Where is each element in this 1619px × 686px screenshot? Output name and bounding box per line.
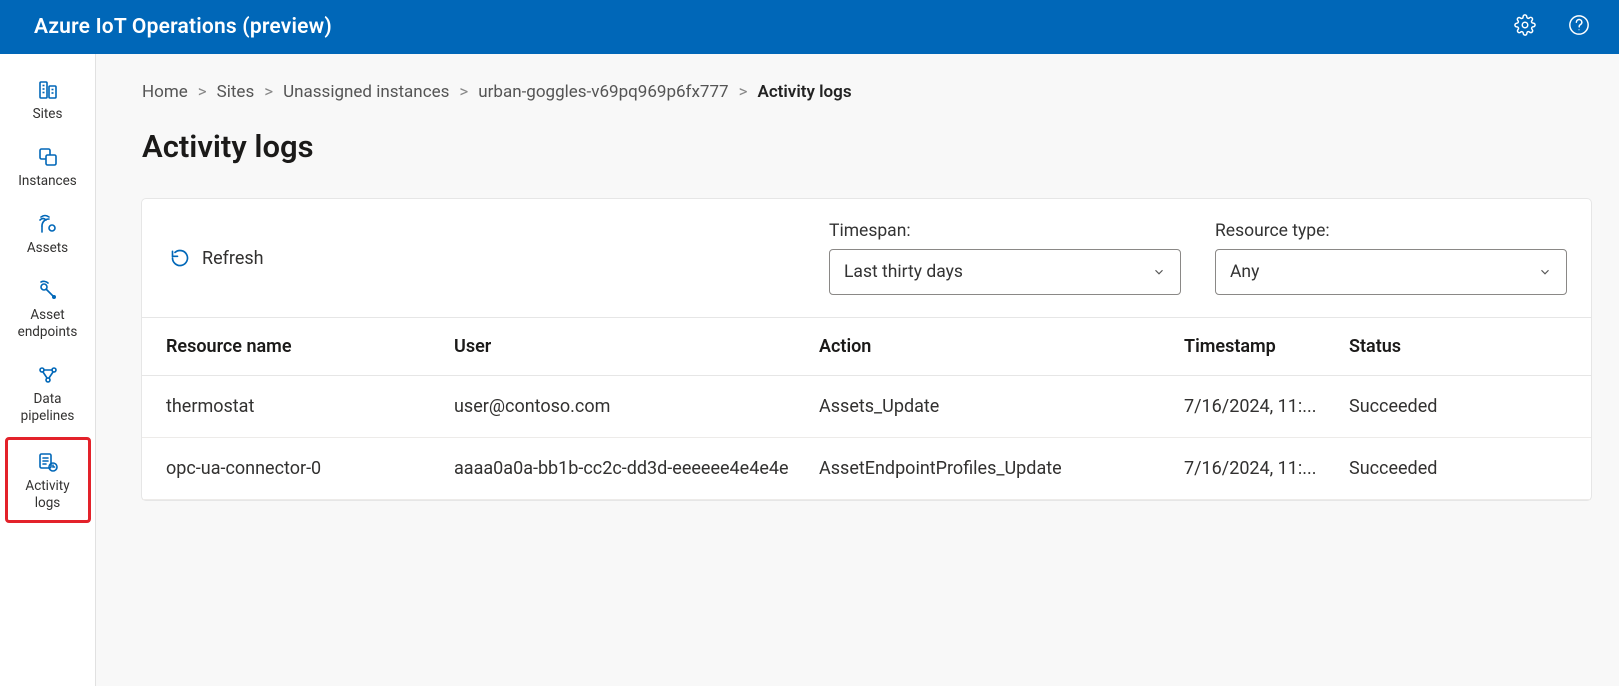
breadcrumb-unassigned[interactable]: Unassigned instances xyxy=(283,82,449,102)
cell-status: Succeeded xyxy=(1337,376,1591,438)
header-actions xyxy=(1511,13,1593,41)
cell-timestamp: 7/16/2024, 11:... xyxy=(1172,438,1337,500)
layout: Sites Instances Assets xyxy=(0,54,1619,686)
endpoints-icon xyxy=(36,279,60,303)
resource-type-select[interactable]: Any xyxy=(1215,249,1567,295)
col-action[interactable]: Action xyxy=(807,318,1172,376)
filter-resource-type: Resource type: Any xyxy=(1215,221,1567,295)
breadcrumb: Home > Sites > Unassigned instances > ur… xyxy=(142,82,1591,102)
chevron-down-icon xyxy=(1538,265,1552,279)
filter-timespan: Timespan: Last thirty days xyxy=(829,221,1181,295)
nav-label: Asset endpoints xyxy=(12,307,84,341)
chevron-down-icon xyxy=(1152,265,1166,279)
cell-resource-name: opc-ua-connector-0 xyxy=(142,438,442,500)
col-user[interactable]: User xyxy=(442,318,807,376)
breadcrumb-separator: > xyxy=(739,82,748,102)
cell-resource-name: thermostat xyxy=(142,376,442,438)
resource-type-label: Resource type: xyxy=(1215,221,1567,241)
cell-action: Assets_Update xyxy=(807,376,1172,438)
nav-asset-endpoints[interactable]: Asset endpoints xyxy=(8,269,88,349)
nav-sites[interactable]: Sites xyxy=(8,68,88,131)
app-title: Azure IoT Operations (preview) xyxy=(34,15,332,39)
instances-icon xyxy=(36,145,60,169)
refresh-label: Refresh xyxy=(202,248,264,269)
activity-logs-icon xyxy=(36,450,60,474)
col-timestamp[interactable]: Timestamp xyxy=(1172,318,1337,376)
nav-activity-logs[interactable]: Activity logs xyxy=(5,437,91,523)
breadcrumb-current: Activity logs xyxy=(757,82,851,102)
breadcrumb-separator: > xyxy=(459,82,468,102)
pipelines-icon xyxy=(36,363,60,387)
cell-timestamp: 7/16/2024, 11:... xyxy=(1172,376,1337,438)
refresh-icon xyxy=(170,248,190,268)
activity-panel: Refresh Timespan: Last thirty days Re xyxy=(142,199,1591,500)
breadcrumb-sites[interactable]: Sites xyxy=(217,82,255,102)
breadcrumb-separator: > xyxy=(198,82,207,102)
activity-table: Resource name User Action Timestamp Stat… xyxy=(142,317,1591,500)
col-resource-name[interactable]: Resource name xyxy=(142,318,442,376)
nav-label: Sites xyxy=(33,106,63,123)
nav-assets[interactable]: Assets xyxy=(8,202,88,265)
nav-label: Data pipelines xyxy=(12,391,84,425)
refresh-button[interactable]: Refresh xyxy=(166,242,268,275)
help-button[interactable] xyxy=(1565,13,1593,41)
panel-toolbar: Refresh Timespan: Last thirty days Re xyxy=(142,199,1591,317)
top-bar: Azure IoT Operations (preview) xyxy=(0,0,1619,54)
nav-label: Activity logs xyxy=(12,478,84,512)
nav-data-pipelines[interactable]: Data pipelines xyxy=(8,353,88,433)
buildings-icon xyxy=(36,78,60,102)
filters: Timespan: Last thirty days Resource type… xyxy=(829,221,1567,295)
cell-user: user@contoso.com xyxy=(442,376,807,438)
table-row[interactable]: thermostat user@contoso.com Assets_Updat… xyxy=(142,376,1591,438)
cell-status: Succeeded xyxy=(1337,438,1591,500)
col-status[interactable]: Status xyxy=(1337,318,1591,376)
assets-icon xyxy=(36,212,60,236)
side-nav: Sites Instances Assets xyxy=(0,54,96,686)
cell-action: AssetEndpointProfiles_Update xyxy=(807,438,1172,500)
timespan-select[interactable]: Last thirty days xyxy=(829,249,1181,295)
nav-instances[interactable]: Instances xyxy=(8,135,88,198)
page-title: Activity logs xyxy=(142,128,1591,165)
resource-type-value: Any xyxy=(1230,262,1259,282)
table-row[interactable]: opc-ua-connector-0 aaaa0a0a-bb1b-cc2c-dd… xyxy=(142,438,1591,500)
settings-button[interactable] xyxy=(1511,13,1539,41)
nav-label: Instances xyxy=(18,173,77,190)
table-header-row: Resource name User Action Timestamp Stat… xyxy=(142,318,1591,376)
cell-user: aaaa0a0a-bb1b-cc2c-dd3d-eeeeee4e4e4e xyxy=(442,438,807,500)
breadcrumb-instance[interactable]: urban-goggles-v69pq969p6fx777 xyxy=(478,82,728,102)
timespan-value: Last thirty days xyxy=(844,262,963,282)
help-icon xyxy=(1568,14,1590,40)
timespan-label: Timespan: xyxy=(829,221,1181,241)
gear-icon xyxy=(1514,14,1536,40)
breadcrumb-home[interactable]: Home xyxy=(142,82,188,102)
nav-label: Assets xyxy=(27,240,68,257)
main-content: Home > Sites > Unassigned instances > ur… xyxy=(96,54,1619,686)
breadcrumb-separator: > xyxy=(264,82,273,102)
